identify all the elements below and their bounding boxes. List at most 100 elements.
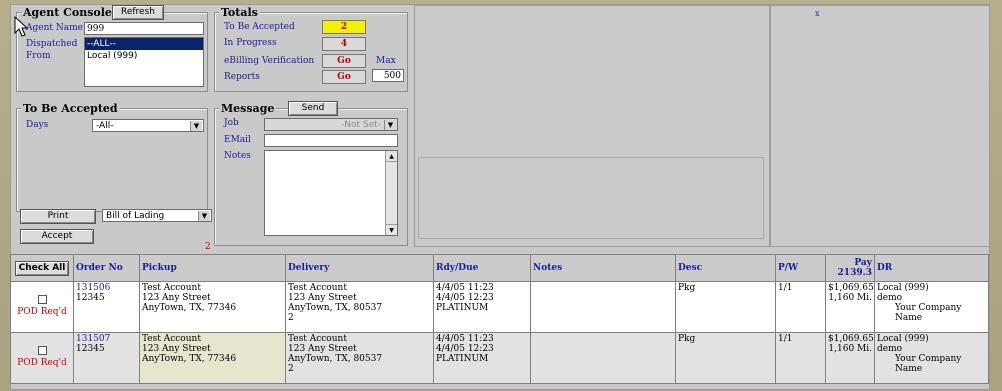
job-select[interactable]: -Not Set- ▼ — [264, 118, 398, 131]
table-header-row: Check All Order No Pickup Delivery Rdy/D… — [10, 254, 989, 282]
dispatched-option-local[interactable]: Local (999) — [85, 50, 203, 62]
pod-checkbox[interactable] — [37, 295, 47, 304]
miles: 1,160 Mi. — [828, 344, 872, 354]
dr-user: demo — [877, 344, 903, 354]
chevron-down-icon[interactable]: ▼ — [198, 211, 210, 221]
ebilling-label: eBilling Verification — [224, 56, 315, 66]
delivery-cell: Test Account 123 Any Street AnyTown, TX,… — [285, 281, 434, 333]
agent-name-input[interactable]: 999 — [84, 22, 204, 35]
pickup-city: AnyTown, TX, 77346 — [142, 303, 237, 313]
dr-company: Your Company Name — [895, 303, 962, 323]
pay-total: 2139.3 — [837, 268, 872, 278]
notes-cell — [530, 281, 676, 333]
in-progress-count[interactable]: 4 — [322, 37, 366, 51]
order-number-link[interactable]: 131507 — [76, 334, 137, 344]
column-header-order-no[interactable]: Order No — [73, 254, 140, 282]
order-ref: 12345 — [76, 344, 105, 354]
ready-time: 4/4/05 11:23 — [436, 283, 494, 293]
order-cell: 131507 12345 — [73, 332, 140, 384]
in-progress-label: In Progress — [224, 38, 277, 48]
reports-label: Reports — [224, 72, 260, 82]
dr-user: demo — [877, 293, 903, 303]
orders-table: Check All Order No Pickup Delivery Rdy/D… — [10, 254, 989, 384]
pod-label: POD Req'd — [17, 358, 67, 368]
rdy-due-cell: 4/4/05 11:23 4/4/05 12:23 PLATINUM — [433, 281, 531, 333]
ready-time: 4/4/05 11:23 — [436, 334, 494, 344]
to-be-accepted-count[interactable]: 2 — [322, 20, 366, 34]
dispatched-option-all[interactable]: --ALL-- — [85, 38, 203, 50]
check-all-button[interactable]: Check All — [14, 260, 70, 276]
miles: 1,160 Mi. — [828, 293, 872, 303]
mouse-cursor-icon — [14, 15, 30, 41]
scroll-up-icon[interactable]: ▲ — [386, 151, 397, 162]
scroll-down-icon[interactable]: ▼ — [386, 224, 397, 235]
column-header-pay[interactable]: Pay 2139.3 — [825, 254, 875, 282]
email-input[interactable] — [264, 134, 398, 147]
side-panel — [770, 5, 990, 247]
to-be-accepted-title: To Be Accepted — [21, 102, 120, 115]
marker-x: x — [815, 9, 820, 18]
chevron-down-icon[interactable]: ▼ — [384, 120, 396, 130]
pay-header-label: Pay — [854, 258, 872, 268]
delivery-city: AnyTown, TX, 80537 — [288, 303, 383, 313]
rdy-due-cell: 4/4/05 11:23 4/4/05 12:23 PLATINUM — [433, 332, 531, 384]
email-label: EMail — [224, 135, 251, 145]
accept-button[interactable]: Accept — [20, 229, 94, 244]
delivery-name: Test Account — [288, 283, 347, 293]
pay-amount: $1,069.65 — [828, 283, 874, 293]
column-header-delivery[interactable]: Delivery — [285, 254, 434, 282]
days-select[interactable]: -All- ▼ — [92, 119, 204, 132]
order-ref: 12345 — [76, 293, 105, 303]
service-level: PLATINUM — [436, 303, 489, 313]
column-header-notes[interactable]: Notes — [530, 254, 676, 282]
notes-textarea[interactable]: ▲ ▼ — [264, 150, 398, 236]
pickup-name: Test Account — [142, 334, 201, 344]
job-value: -Not Set- — [341, 120, 381, 130]
dr-local: Local (999) — [877, 283, 929, 293]
accept-count-marker: 2 — [205, 242, 211, 252]
delivery-city: AnyTown, TX, 80537 — [288, 354, 383, 364]
delivery-street: 123 Any Street — [288, 344, 357, 354]
ebilling-go-button[interactable]: Go — [322, 54, 366, 68]
max-label: Max — [376, 56, 396, 66]
days-label: Days — [26, 120, 49, 130]
info-subpanel — [418, 157, 764, 239]
totals-title: Totals — [219, 6, 260, 19]
agent-name-label: Agent Name — [26, 23, 83, 33]
order-number-link[interactable]: 131506 — [76, 283, 137, 293]
agent-console-title: Agent Console — [21, 6, 114, 19]
job-label: Job — [224, 118, 239, 128]
pod-checkbox[interactable] — [37, 346, 47, 355]
refresh-button[interactable]: Refresh — [112, 5, 164, 20]
table-row[interactable]: POD Req'd 131506 12345 Test Account 123 … — [10, 281, 989, 333]
notes-scrollbar[interactable]: ▲ ▼ — [385, 151, 397, 235]
table-row[interactable]: POD Req'd 131507 12345 Test Account 123 … — [10, 332, 989, 384]
days-value: -All- — [96, 121, 114, 131]
document-type-value: Bill of Lading — [106, 211, 165, 221]
pickup-name: Test Account — [142, 283, 201, 293]
column-header-desc[interactable]: Desc — [675, 254, 776, 282]
dispatched-from-label: Dispatched From — [26, 39, 78, 61]
send-button[interactable]: Send — [288, 101, 338, 116]
dispatched-from-list[interactable]: --ALL-- Local (999) — [84, 37, 204, 87]
column-header-pickup[interactable]: Pickup — [139, 254, 286, 282]
print-button[interactable]: Print — [20, 209, 96, 224]
max-input[interactable]: 500 — [372, 69, 404, 82]
service-level: PLATINUM — [436, 354, 489, 364]
dr-company: Your Company Name — [895, 354, 962, 374]
pw-cell: 1/1 — [775, 281, 826, 333]
to-be-accepted-total-label: To Be Accepted — [224, 22, 295, 32]
column-header-pw[interactable]: P/W — [775, 254, 826, 282]
pickup-city: AnyTown, TX, 77346 — [142, 354, 237, 364]
column-header-dr[interactable]: DR — [874, 254, 989, 282]
pickup-cell: Test Account 123 Any Street AnyTown, TX,… — [139, 281, 286, 333]
delivery-name: Test Account — [288, 334, 347, 344]
delivery-cell: Test Account 123 Any Street AnyTown, TX,… — [285, 332, 434, 384]
dr-local: Local (999) — [877, 334, 929, 344]
pickup-street: 123 Any Street — [142, 293, 211, 303]
chevron-down-icon[interactable]: ▼ — [190, 121, 202, 131]
column-header-rdy-due[interactable]: Rdy/Due — [433, 254, 531, 282]
notes-cell — [530, 332, 676, 384]
reports-go-button[interactable]: Go — [322, 70, 366, 84]
document-type-select[interactable]: Bill of Lading ▼ — [102, 209, 212, 222]
